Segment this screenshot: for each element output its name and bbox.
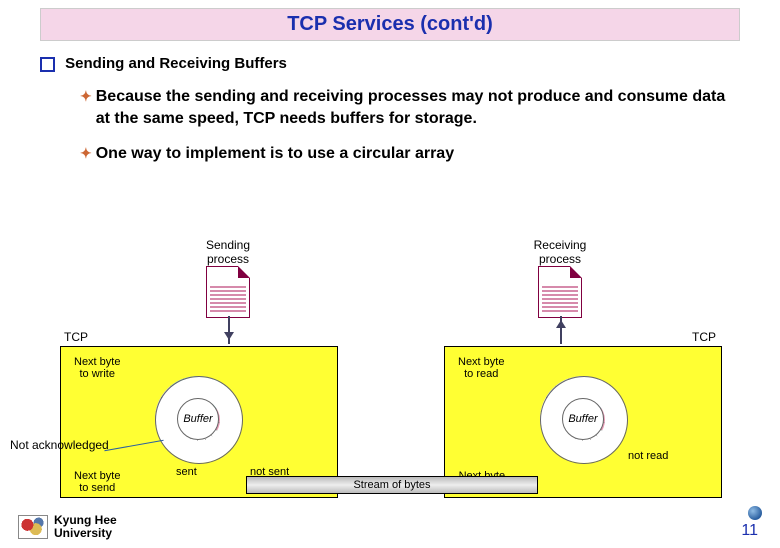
star-bullet-icon: ✦	[80, 143, 92, 165]
diagram: Sending process Receiving process TCP TC…	[60, 238, 720, 508]
receiving-process: Receiving process	[520, 238, 600, 318]
section-heading-row: Sending and Receiving Buffers	[40, 55, 740, 72]
footer: Kyung Hee University	[18, 514, 117, 540]
slide-title: TCP Services (cont'd)	[287, 13, 493, 35]
document-icon	[538, 266, 582, 318]
tcp-label-right: TCP	[692, 330, 716, 344]
corner-dot-icon	[748, 506, 762, 520]
section-heading: Sending and Receiving Buffers	[65, 55, 287, 72]
annot-right-top: Next byte to read	[458, 356, 504, 380]
not-acknowledged-callout: Not acknowledged	[10, 438, 109, 452]
buffer-label-left: Buffer	[177, 398, 219, 440]
bullet-row-1: ✦ Because the sending and receiving proc…	[80, 86, 740, 129]
receiving-process-label: Receiving process	[520, 238, 600, 266]
sending-process: Sending process	[188, 238, 268, 318]
arrow-up-icon	[560, 316, 562, 344]
annot-left-top: Next byte to write	[74, 356, 120, 380]
buffer-label-right: Buffer	[562, 398, 604, 440]
bullet-row-2: ✦ One way to implement is to use a circu…	[80, 143, 740, 165]
university-logo-icon	[18, 515, 48, 539]
document-icon	[206, 266, 250, 318]
slide-title-bar: TCP Services (cont'd)	[40, 8, 740, 41]
bullet-text-1: Because the sending and receiving proces…	[96, 86, 740, 129]
university-name: Kyung Hee University	[54, 514, 117, 540]
page-number: 11	[741, 522, 758, 540]
sending-process-label: Sending process	[188, 238, 268, 266]
legend-not-read: not read	[628, 450, 668, 462]
annot-left-bottom: Next byte to send	[74, 470, 120, 494]
legend-sent: sent	[176, 466, 197, 478]
star-bullet-icon: ✦	[80, 86, 92, 129]
stream-of-bytes: Stream of bytes	[246, 476, 538, 494]
tcp-label-left: TCP	[64, 330, 88, 344]
arrow-down-icon	[228, 316, 230, 344]
square-bullet-icon	[40, 57, 55, 72]
bullet-text-2: One way to implement is to use a circula…	[96, 143, 454, 165]
